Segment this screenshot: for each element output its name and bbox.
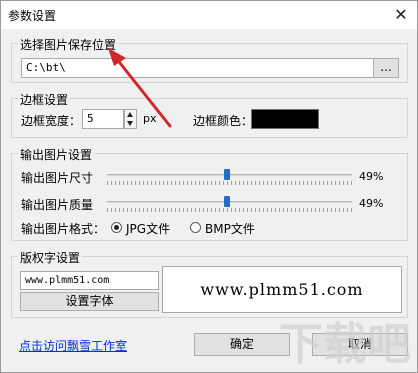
- title-bar: 参数设置 ✕: [1, 1, 417, 29]
- copyright-preview-text: www.plmm51.com: [200, 280, 364, 299]
- output-size-ticks: [107, 181, 352, 185]
- output-settings-legend: 输出图片设置: [18, 146, 95, 163]
- copyright-text-legend: 版权字设置: [18, 249, 83, 266]
- studio-link[interactable]: 点击访问飘雪工作室: [19, 337, 127, 354]
- output-size-percent: 49%: [359, 170, 384, 183]
- output-settings-group: 输出图片设置 输出图片尺寸 49% 输出图片质量 49% 输出图片格式： JPG…: [11, 146, 408, 241]
- border-width-unit: px: [143, 112, 157, 125]
- border-settings-legend: 边框设置: [18, 91, 71, 108]
- copyright-text-input[interactable]: www.plmm51.com: [20, 271, 159, 290]
- set-font-button[interactable]: 设置字体: [20, 292, 159, 311]
- border-width-spinner[interactable]: [124, 109, 137, 129]
- border-color-swatch[interactable]: [251, 109, 319, 129]
- border-settings-group: 边框设置 边框宽度： 5 px 边框颜色：: [11, 91, 408, 138]
- output-format-label: 输出图片格式：: [21, 222, 106, 236]
- output-size-label: 输出图片尺寸: [21, 171, 94, 185]
- output-quality-ticks: [107, 208, 352, 212]
- save-location-group: 选择图片保存位置 C:\bt\ ...: [11, 36, 408, 83]
- window-title: 参数设置: [8, 9, 57, 23]
- save-path-field[interactable]: C:\bt\: [21, 58, 376, 78]
- settings-dialog: 参数设置 ✕ 选择图片保存位置 C:\bt\ ... 边框设置 边框宽度： 5 …: [0, 0, 418, 373]
- output-size-slider-thumb[interactable]: [224, 169, 231, 180]
- border-width-label: 边框宽度：: [21, 114, 82, 128]
- format-jpg-label[interactable]: JPG文件: [126, 220, 170, 237]
- output-quality-slider-thumb[interactable]: [224, 196, 231, 207]
- copyright-preview: www.plmm51.com: [162, 266, 402, 313]
- browse-button[interactable]: ...: [373, 58, 399, 78]
- output-quality-label: 输出图片质量: [21, 198, 94, 212]
- format-bmp-label[interactable]: BMP文件: [205, 220, 255, 237]
- spin-up-icon[interactable]: [127, 112, 133, 117]
- site-watermark: 下载吧: [279, 319, 411, 370]
- close-icon[interactable]: ✕: [391, 5, 411, 25]
- format-bmp-radio[interactable]: [190, 222, 201, 233]
- spin-down-icon[interactable]: [127, 121, 133, 126]
- save-location-legend: 选择图片保存位置: [18, 36, 119, 53]
- output-quality-percent: 49%: [359, 197, 384, 210]
- ok-button[interactable]: 确定: [194, 333, 290, 356]
- border-color-label: 边框颜色：: [193, 114, 254, 128]
- format-jpg-radio[interactable]: [111, 222, 122, 233]
- border-width-input[interactable]: 5: [82, 109, 124, 129]
